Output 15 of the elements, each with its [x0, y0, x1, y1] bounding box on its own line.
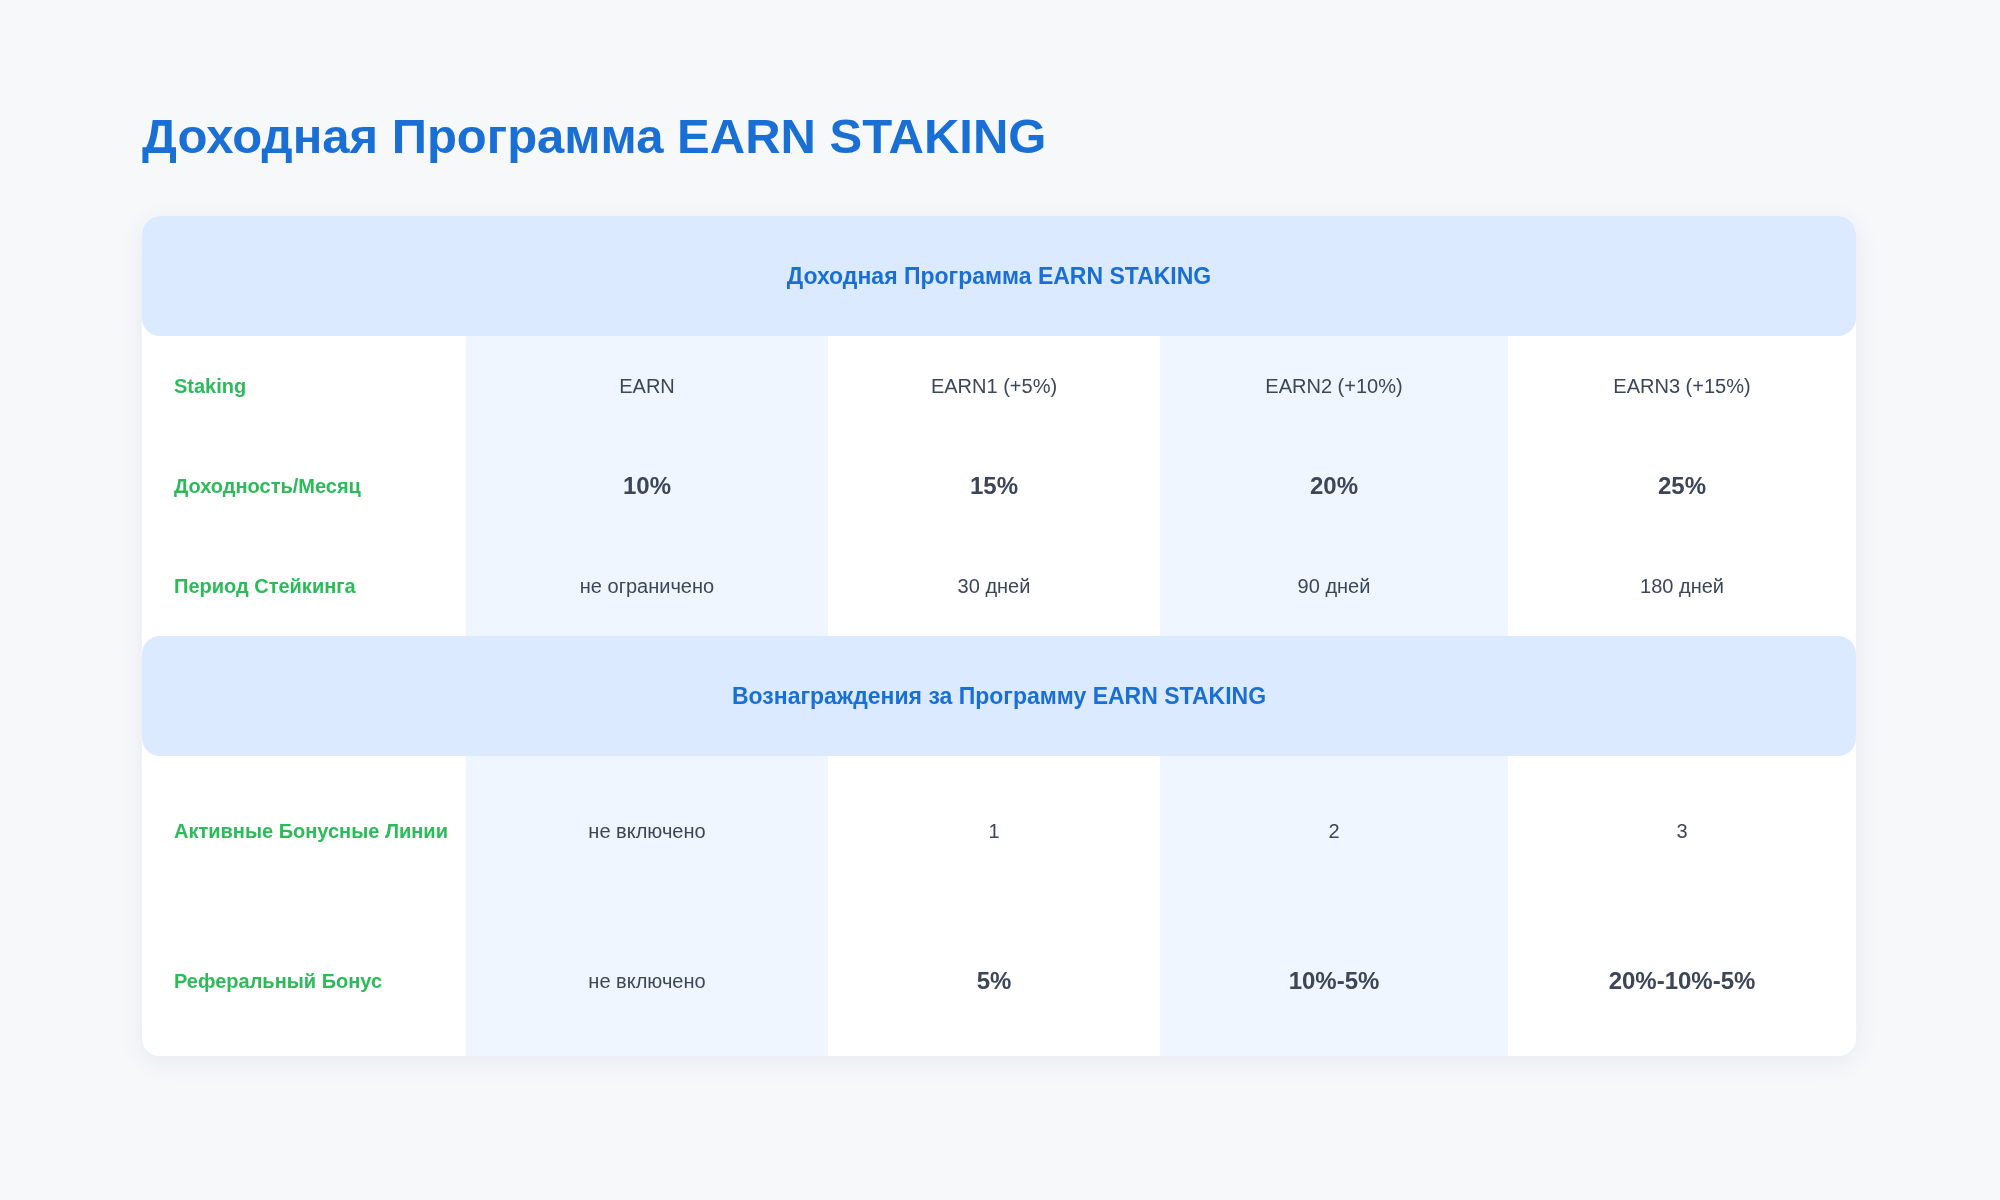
table-cell: 2 [1160, 756, 1508, 906]
table-cell: 10% [466, 436, 828, 536]
table-cell: не ограничено [466, 536, 828, 636]
section-header: Доходная Программа EARN STAKING [142, 216, 1856, 336]
table-cell: EARN [466, 336, 828, 436]
section-header: Вознаграждения за Программу EARN STAKING [142, 636, 1856, 756]
table-cell: 90 дней [1160, 536, 1508, 636]
table-cell: не включено [466, 906, 828, 1056]
table-cell: 20% [1160, 436, 1508, 536]
row-label: Реферальный Бонус [142, 906, 466, 1056]
table-cell: EARN2 (+10%) [1160, 336, 1508, 436]
table-cell: 10%-5% [1160, 906, 1508, 1056]
table-cell: не включено [466, 756, 828, 906]
table-cell: 20%-10%-5% [1508, 906, 1856, 1056]
page-title: Доходная Программа EARN STAKING [142, 108, 1048, 164]
